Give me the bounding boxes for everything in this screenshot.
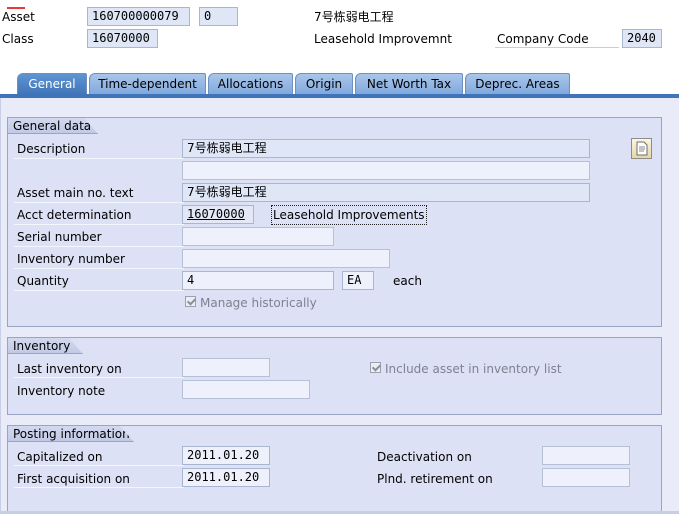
asset-number-field[interactable]: 160700000079 — [87, 7, 190, 26]
acct-determination-field[interactable]: 16070000 — [182, 205, 254, 224]
tab-general[interactable]: General — [17, 73, 87, 95]
tab-allocations[interactable]: Allocations — [208, 73, 293, 95]
asset-label: Asset — [2, 10, 35, 24]
row-separator — [14, 290, 184, 291]
planned-retirement-field[interactable] — [542, 468, 630, 487]
first-acquisition-label: First acquisition on — [17, 472, 130, 486]
asset-main-text-field[interactable]: 7号栋弱电工程 — [182, 183, 590, 202]
class-description-text: Leasehold Improvemnt — [314, 32, 452, 46]
acct-determination-label: Acct determination — [17, 208, 132, 222]
row-separator — [14, 202, 184, 203]
inventory-number-field[interactable] — [182, 249, 390, 268]
company-code-label: Company Code — [497, 32, 589, 46]
row-separator — [14, 224, 184, 225]
company-code-underline — [495, 47, 619, 48]
tab-time-dependent[interactable]: Time-dependent — [89, 73, 206, 95]
inventory-note-label: Inventory note — [17, 384, 106, 398]
asset-subnumber-field[interactable]: 0 — [199, 7, 238, 26]
long-text-document-icon[interactable] — [631, 138, 652, 159]
description-field-2[interactable] — [182, 161, 590, 180]
inventory-note-field[interactable] — [182, 380, 310, 399]
main-text-label: Asset main no. text — [17, 186, 134, 200]
capitalized-on-field[interactable]: 2011.01.20 — [182, 446, 270, 465]
include-in-inventory-label: Include asset in inventory list — [385, 362, 562, 376]
general-data-title: General data — [8, 118, 98, 134]
planned-retirement-label: Plnd. retirement on — [377, 472, 493, 486]
tab-net-worth-tax[interactable]: Net Worth Tax — [355, 73, 463, 95]
asset-description-text: 7号栋弱电工程 — [314, 10, 394, 24]
manage-historically-label: Manage historically — [200, 296, 317, 310]
tab-origin[interactable]: Origin — [295, 73, 353, 95]
row-separator — [14, 487, 184, 488]
unit-text: each — [393, 274, 422, 288]
deactivation-on-field[interactable] — [542, 446, 630, 465]
row-separator — [14, 268, 184, 269]
quantity-label: Quantity — [17, 274, 69, 288]
inventory-number-label: Inventory number — [17, 252, 125, 266]
last-inventory-label: Last inventory on — [17, 362, 122, 376]
serial-number-field[interactable] — [182, 227, 334, 246]
deactivation-on-label: Deactivation on — [377, 450, 472, 464]
row-separator — [14, 158, 184, 159]
row-separator — [14, 465, 184, 466]
row-separator — [14, 377, 184, 378]
company-code-field[interactable]: 2040 — [622, 29, 662, 48]
acct-determination-description: Leasehold Improvements — [271, 205, 427, 225]
capitalized-on-label: Capitalized on — [17, 450, 103, 464]
class-field[interactable]: 16070000 — [87, 29, 158, 48]
manage-historically-checkbox[interactable] — [185, 296, 196, 307]
class-label: Class — [2, 32, 34, 46]
first-acquisition-field[interactable]: 2011.01.20 — [182, 468, 270, 487]
quantity-field[interactable]: 4 — [182, 271, 334, 290]
description-label: Description — [17, 142, 86, 156]
unit-of-measure-field[interactable]: EA — [342, 271, 374, 290]
include-in-inventory-checkbox[interactable] — [370, 362, 381, 373]
description-field-1[interactable]: 7号栋弱电工程 — [182, 139, 590, 158]
last-inventory-field[interactable] — [182, 358, 270, 377]
tab-deprec-areas[interactable]: Deprec. Areas — [465, 73, 570, 95]
posting-information-title: Posting information — [8, 426, 134, 442]
row-separator — [14, 246, 184, 247]
serial-number-label: Serial number — [17, 230, 102, 244]
